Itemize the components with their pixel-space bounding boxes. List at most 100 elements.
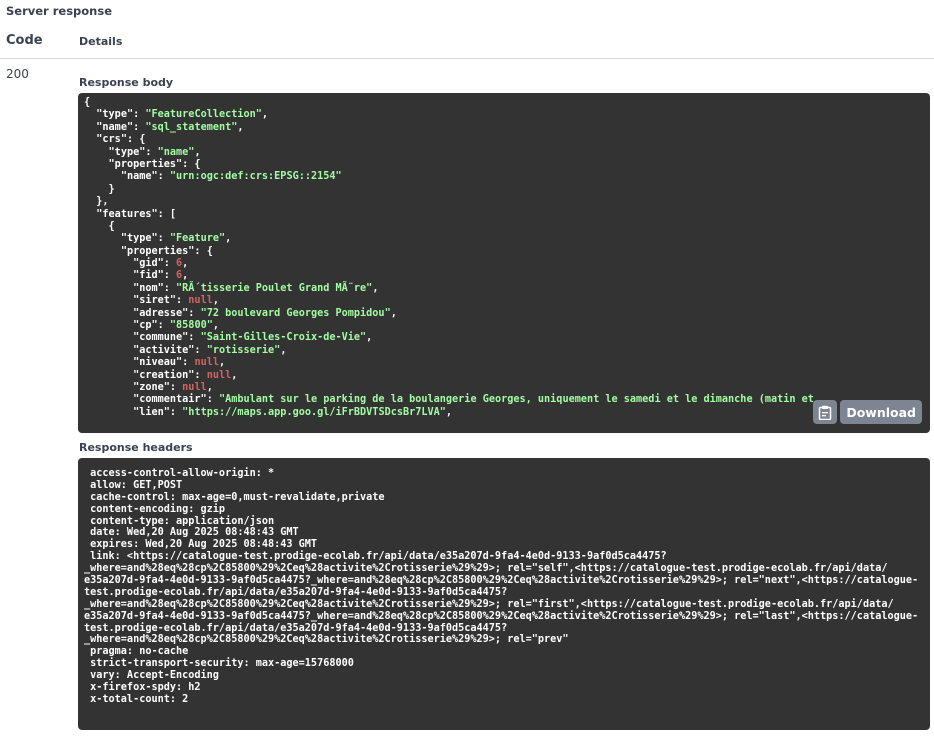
json-token: : — [169, 406, 183, 418]
copy-to-clipboard-button[interactable] — [813, 400, 838, 424]
json-token: : — [188, 332, 201, 344]
json-line: "properties": { — [84, 246, 814, 258]
json-token: "sql_statement" — [145, 121, 238, 133]
download-button[interactable]: Download — [840, 400, 922, 424]
json-token: : — [163, 282, 177, 294]
json-token: : — [163, 270, 177, 282]
json-token: null — [182, 381, 207, 393]
json-token: : — [163, 258, 177, 270]
json-token: null — [188, 295, 213, 307]
json-line: "lien": "https://maps.app.goo.gl/iFrBDVT… — [84, 407, 814, 419]
json-token: "niveau" — [133, 357, 183, 369]
json-token: , — [280, 344, 287, 356]
json-token: : { — [126, 134, 146, 146]
json-token: } — [84, 183, 115, 195]
json-token: : — [145, 146, 158, 158]
json-line: "zone": null, — [84, 382, 814, 394]
json-token: : — [194, 344, 207, 356]
header-line: pragma: no-cache — [84, 646, 189, 658]
json-token: "type" — [120, 233, 158, 245]
json-token: "type" — [96, 109, 134, 121]
json-line: "name": "sql_statement", — [84, 122, 814, 134]
json-token: "type" — [108, 146, 146, 158]
download-controls: Download — [813, 400, 922, 424]
header-line: e35a207d-9fa4-4e0d-9133-9af0d5ca4475?_wh… — [84, 610, 919, 622]
response-body-json: { "type": "FeatureCollection", "name": "… — [84, 97, 814, 419]
json-token: null — [206, 369, 232, 381]
json-token: "Ambulant sur le parking de la boulanger… — [218, 394, 814, 406]
header-line: date: Wed,20 Aug 2025 08:48:43 GMT — [84, 527, 299, 539]
json-token: "adresse" — [133, 307, 189, 319]
json-token: "nom" — [133, 282, 164, 294]
json-line: "type": "Feature", — [84, 233, 814, 245]
json-token: "properties" — [120, 245, 195, 257]
json-token: , — [182, 258, 189, 270]
json-token: "Saint-Gilles-Croix-de-Vie" — [200, 332, 367, 344]
json-token: "commentair" — [133, 394, 207, 406]
response-body-label: Response body — [79, 76, 174, 89]
header-line: x-firefox-spdy: h2 — [84, 682, 201, 694]
json-line: { — [84, 221, 814, 233]
json-token: "crs" — [96, 134, 127, 146]
json-token: , — [366, 332, 373, 344]
header-line: allow: GET,POST — [84, 479, 183, 491]
json-line: "cp": "85800", — [84, 320, 814, 332]
json-line: } — [84, 184, 814, 196]
header-line: _where=and%28eq%28cp%2C85800%29%2Ceq%28a… — [84, 563, 888, 575]
json-token: "Feature" — [169, 233, 226, 245]
response-headers-code[interactable]: access-control-allow-origin: * allow: GE… — [78, 458, 930, 730]
json-line: "niveau": null, — [84, 357, 814, 369]
json-token: , — [231, 369, 238, 381]
header-line: strict-transport-security: max-age=15768… — [84, 658, 354, 670]
json-token: , — [372, 282, 379, 294]
json-token: "creation" — [133, 369, 195, 381]
json-token: "name" — [96, 121, 134, 133]
json-line: "creation": null, — [84, 370, 814, 382]
json-line: "crs": { — [84, 134, 814, 146]
json-token: : — [157, 171, 170, 183]
json-token: : { — [194, 245, 213, 257]
json-token: , — [212, 295, 219, 307]
json-token: : — [194, 369, 207, 381]
details-column-header: Details — [79, 35, 123, 48]
header-line: e35a207d-9fa4-4e0d-9133-9af0d5ca4475?_wh… — [84, 575, 919, 587]
json-token: , — [445, 406, 453, 418]
header-line: content-encoding: gzip — [84, 503, 226, 515]
response-headers-text: access-control-allow-origin: * allow: GE… — [84, 468, 918, 706]
json-token: "features" — [96, 208, 158, 220]
response-body-code[interactable]: { "type": "FeatureCollection", "name": "… — [78, 93, 930, 433]
header-line: content-type: application/json — [84, 515, 275, 527]
json-token: : — [206, 394, 219, 406]
json-token: : — [176, 295, 189, 307]
json-token: "properties" — [108, 158, 183, 170]
json-token: , — [225, 233, 232, 245]
json-token: "urn:ogc:def:crs:EPSG::2154" — [169, 171, 342, 183]
json-token: : — [188, 307, 201, 319]
json-token: : — [157, 320, 170, 332]
json-token: "RÃ´tisserie Poulet Grand MÃ¨re" — [176, 282, 373, 294]
json-token: "lien" — [133, 406, 170, 418]
json-token: null — [194, 357, 219, 369]
header-line: expires: Wed,20 Aug 2025 08:48:43 GMT — [84, 539, 318, 551]
json-token: , — [261, 109, 269, 121]
json-line: "siret": null, — [84, 295, 814, 307]
json-token: : — [133, 109, 146, 121]
json-token: "zone" — [133, 381, 170, 393]
json-line: "gid": 6, — [84, 258, 814, 270]
json-line: "type": "FeatureCollection", — [84, 109, 814, 121]
json-line: "activite": "rotisserie", — [84, 345, 814, 357]
json-token: : — [182, 357, 195, 369]
header-line: test.prodige-ecolab.fr/api/data/e35a207d… — [84, 622, 508, 634]
header-line: cache-control: max-age=0,must-revalidate… — [84, 491, 385, 503]
